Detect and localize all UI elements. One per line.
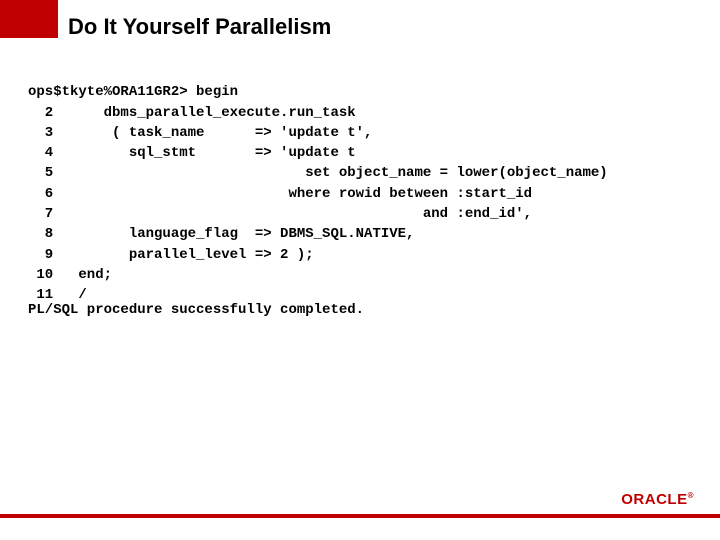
code-line: 10 end;	[28, 267, 112, 283]
red-corner-block	[0, 0, 58, 38]
code-block: ops$tkyte%ORA11GR2> begin 2 dbms_paralle…	[28, 62, 608, 306]
slide-title: Do It Yourself Parallelism	[68, 14, 331, 40]
oracle-logo-text: ORACLE	[621, 491, 687, 508]
code-line: 2 dbms_parallel_execute.run_task	[28, 105, 356, 121]
code-line: ops$tkyte%ORA11GR2> begin	[28, 84, 238, 100]
code-line: 6 where rowid between :start_id	[28, 186, 532, 202]
code-line: 5 set object_name = lower(object_name)	[28, 165, 608, 181]
code-line: 11 /	[28, 287, 87, 303]
oracle-logo: ORACLE®	[621, 491, 694, 508]
code-line: 7 and :end_id',	[28, 206, 532, 222]
status-message: PL/SQL procedure successfully completed.	[28, 302, 364, 318]
code-line: 9 parallel_level => 2 );	[28, 247, 314, 263]
footer-accent-bar	[0, 514, 720, 518]
code-line: 4 sql_stmt => 'update t	[28, 145, 356, 161]
code-line: 3 ( task_name => 'update t',	[28, 125, 372, 141]
registered-mark: ®	[688, 491, 694, 500]
code-line: 8 language_flag => DBMS_SQL.NATIVE,	[28, 226, 414, 242]
